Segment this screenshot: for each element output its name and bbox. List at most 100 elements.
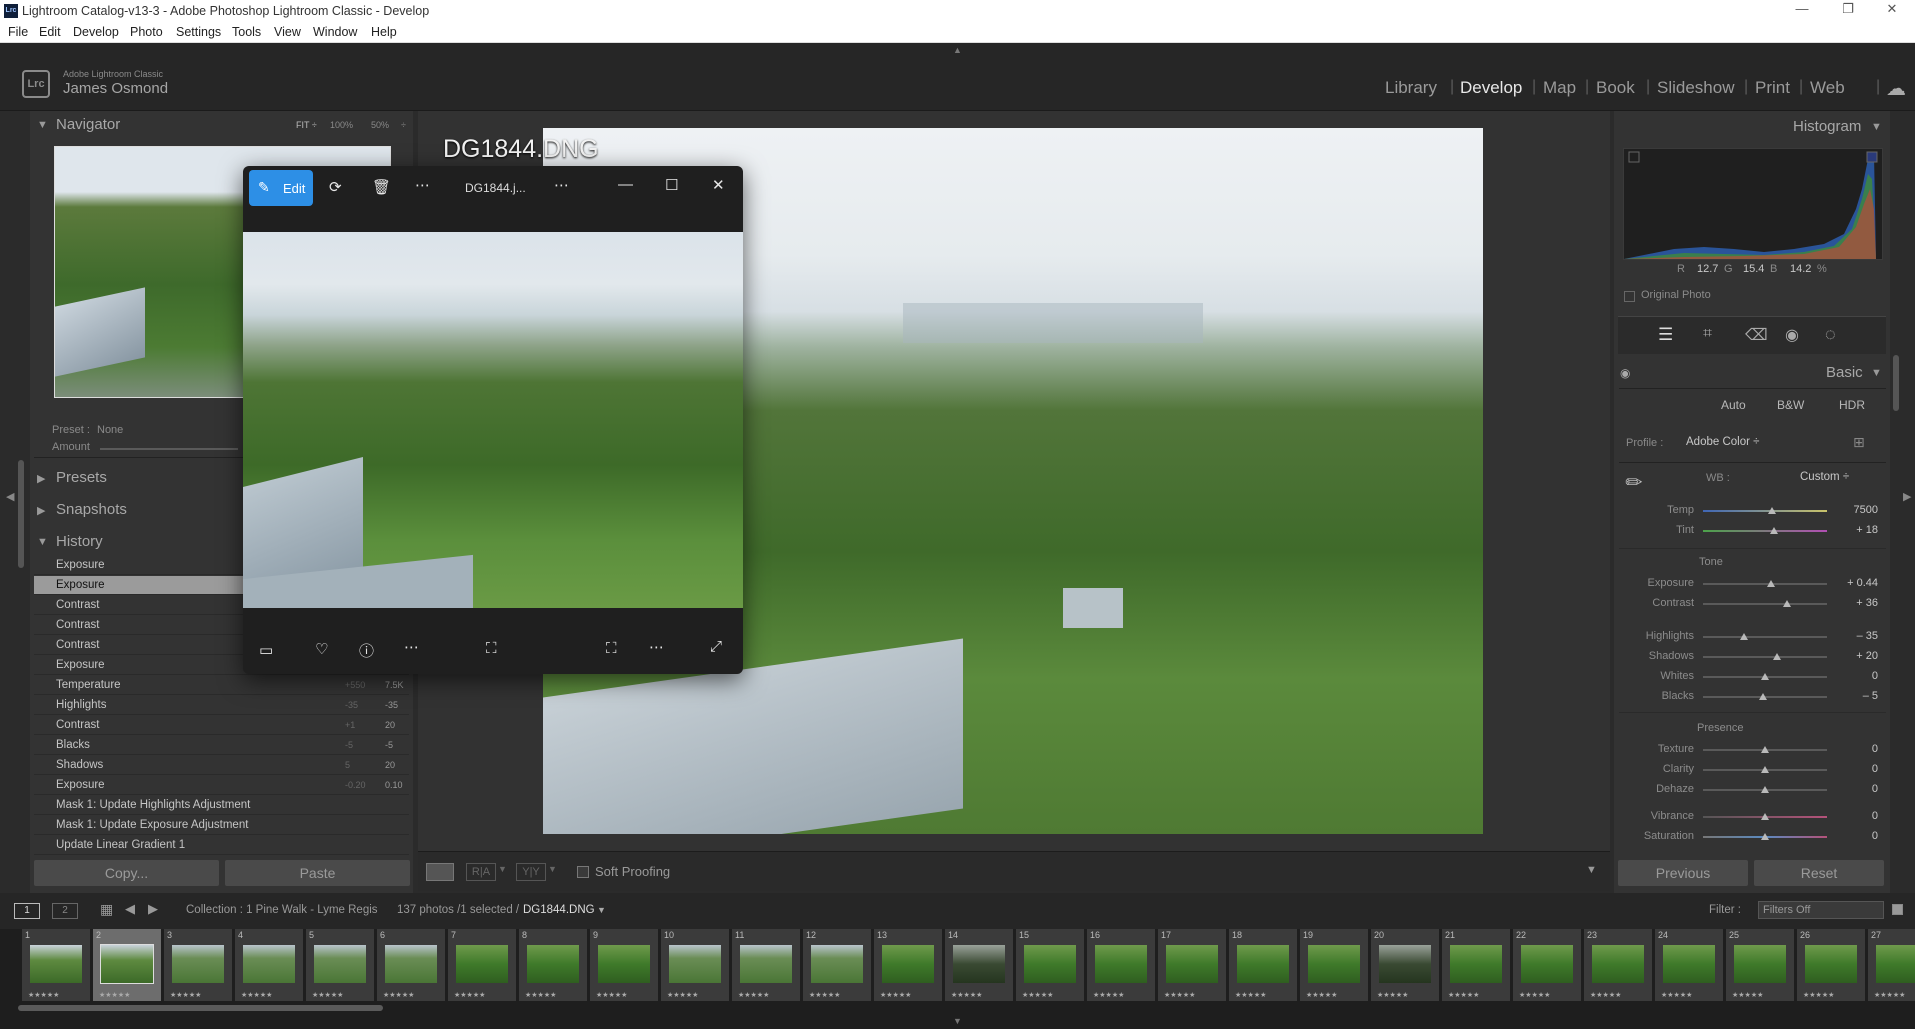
slider-handle[interactable]: [1761, 786, 1769, 793]
filmstrip-thumbnail[interactable]: 4 ★★★★★: [235, 929, 303, 1001]
star-rating[interactable]: ★★★★★: [667, 991, 698, 999]
filmstrip-thumbnail[interactable]: 24 ★★★★★: [1655, 929, 1723, 1001]
star-rating[interactable]: ★★★★★: [525, 991, 556, 999]
star-rating[interactable]: ★★★★★: [1235, 991, 1266, 999]
fullscreen-icon[interactable]: ⤢: [710, 638, 722, 655]
filmstrip-thumbnail[interactable]: 20 ★★★★★: [1371, 929, 1439, 1001]
star-rating[interactable]: ★★★★★: [1306, 991, 1337, 999]
star-rating[interactable]: ★★★★★: [1164, 991, 1195, 999]
page-1-button[interactable]: 1: [14, 903, 40, 919]
rotate-icon[interactable]: ⟳: [329, 178, 342, 196]
star-rating[interactable]: ★★★★★: [170, 991, 201, 999]
slider-value[interactable]: 0: [1838, 783, 1878, 795]
zoom-50[interactable]: 50%: [371, 120, 389, 130]
minimize-icon[interactable]: —: [1782, 1, 1822, 16]
filmstrip-thumbnail[interactable]: 22 ★★★★★: [1513, 929, 1581, 1001]
star-rating[interactable]: ★★★★★: [454, 991, 485, 999]
heart-icon[interactable]: ♡: [315, 640, 328, 658]
module-slideshow[interactable]: Slideshow: [1657, 78, 1735, 98]
slider-value[interactable]: + 20: [1838, 650, 1878, 662]
slider-handle[interactable]: [1768, 507, 1777, 514]
edit-sliders-icon[interactable]: ☰: [1658, 325, 1673, 345]
toolbar-menu-icon[interactable]: ▼: [1586, 864, 1597, 876]
delete-icon[interactable]: 🗑: [372, 178, 391, 196]
filmstrip-thumbnail[interactable]: 19 ★★★★★: [1300, 929, 1368, 1001]
slider-handle[interactable]: [1767, 580, 1776, 587]
star-rating[interactable]: ★★★★★: [1803, 991, 1834, 999]
slider-handle[interactable]: [1769, 527, 1778, 534]
slider-value[interactable]: 0: [1838, 743, 1878, 755]
current-file[interactable]: DG1844.DNG: [523, 904, 595, 916]
star-rating[interactable]: ★★★★★: [1093, 991, 1124, 999]
slider-handle[interactable]: [1739, 633, 1748, 640]
left-panel-toggle-icon[interactable]: ◀: [6, 490, 14, 503]
maximize-icon[interactable]: ☐: [665, 176, 678, 194]
menu-develop[interactable]: Develop: [73, 25, 119, 39]
hdr-button[interactable]: HDR: [1839, 398, 1865, 412]
dropdown-icon[interactable]: ▼: [548, 864, 557, 874]
more-icon[interactable]: ⋯: [404, 638, 419, 656]
menu-photo[interactable]: Photo: [130, 25, 163, 39]
slider-value[interactable]: 0: [1838, 670, 1878, 682]
slider-value[interactable]: 7500: [1838, 504, 1878, 516]
filmstrip-thumbnail[interactable]: 1 ★★★★★: [22, 929, 90, 1001]
profile-browser-icon[interactable]: ⊞: [1853, 434, 1865, 451]
before-after-icon[interactable]: R|A: [466, 863, 496, 881]
zoom-100[interactable]: 100%: [330, 120, 353, 130]
filmstrip-thumbnail[interactable]: 23 ★★★★★: [1584, 929, 1652, 1001]
collapse-icon[interactable]: ▼: [1871, 121, 1882, 133]
restore-icon[interactable]: ❐: [1828, 1, 1868, 17]
collection-name[interactable]: Collection : 1 Pine Walk - Lyme Regis: [186, 904, 378, 916]
slider-handle[interactable]: [1761, 813, 1769, 820]
slider-value[interactable]: + 18: [1838, 524, 1878, 536]
history-section[interactable]: History: [56, 533, 103, 550]
star-rating[interactable]: ★★★★★: [809, 991, 840, 999]
slider-handle[interactable]: [1773, 653, 1782, 660]
close-icon[interactable]: ✕: [1872, 1, 1912, 17]
zoom-more[interactable]: ÷: [401, 120, 406, 130]
expand-icon[interactable]: ▶: [37, 472, 45, 485]
filmstrip-icon[interactable]: ▭: [259, 641, 273, 659]
more-icon[interactable]: ⋯: [415, 176, 430, 194]
menu-edit[interactable]: Edit: [39, 25, 61, 39]
collapse-bottom-icon[interactable]: ▼: [953, 1016, 962, 1026]
cloud-icon[interactable]: ☁: [1886, 76, 1906, 101]
filmstrip-thumbnail[interactable]: 21 ★★★★★: [1442, 929, 1510, 1001]
module-print[interactable]: Print: [1755, 78, 1790, 98]
module-book[interactable]: Book: [1596, 78, 1635, 98]
back-arrow-icon[interactable]: ◀: [125, 901, 135, 917]
loupe-view-icon[interactable]: [426, 863, 454, 881]
slider-handle[interactable]: [1761, 746, 1769, 753]
dropdown-icon[interactable]: ▼: [597, 905, 606, 915]
slider-value[interactable]: + 36: [1838, 597, 1878, 609]
fit-icon[interactable]: ⛶: [606, 640, 617, 657]
filmstrip-thumbnail[interactable]: 15 ★★★★★: [1016, 929, 1084, 1001]
filmstrip-thumbnail[interactable]: 12 ★★★★★: [803, 929, 871, 1001]
star-rating[interactable]: ★★★★★: [28, 991, 59, 999]
filmstrip-thumbnail[interactable]: 11 ★★★★★: [732, 929, 800, 1001]
wb-select[interactable]: Custom ÷: [1800, 471, 1849, 483]
histogram-display[interactable]: [1623, 148, 1883, 260]
zoom-fit[interactable]: FIT ÷: [296, 120, 317, 130]
module-map[interactable]: Map: [1543, 78, 1576, 98]
collapse-top-icon[interactable]: ▲: [953, 45, 962, 55]
original-photo-checkbox[interactable]: [1624, 291, 1635, 302]
slider-track[interactable]: [1703, 510, 1827, 512]
slider-handle[interactable]: [1761, 833, 1769, 840]
slider-handle[interactable]: [1758, 693, 1767, 700]
forward-arrow-icon[interactable]: ▶: [148, 901, 158, 917]
star-rating[interactable]: ★★★★★: [1874, 991, 1905, 999]
slider-value[interactable]: – 5: [1838, 690, 1878, 702]
slider-value[interactable]: – 35: [1838, 630, 1878, 642]
slider-track[interactable]: [1703, 656, 1827, 658]
star-rating[interactable]: ★★★★★: [596, 991, 627, 999]
minimize-icon[interactable]: —: [618, 176, 633, 193]
star-rating[interactable]: ★★★★★: [1022, 991, 1053, 999]
more-icon[interactable]: ⋯: [554, 176, 569, 194]
soft-proofing-checkbox[interactable]: [577, 866, 589, 878]
slider-value[interactable]: 0: [1838, 830, 1878, 842]
menu-file[interactable]: File: [8, 25, 28, 39]
menu-help[interactable]: Help: [371, 25, 397, 39]
filmstrip-thumbnail[interactable]: 6 ★★★★★: [377, 929, 445, 1001]
slider-value[interactable]: 0: [1838, 763, 1878, 775]
